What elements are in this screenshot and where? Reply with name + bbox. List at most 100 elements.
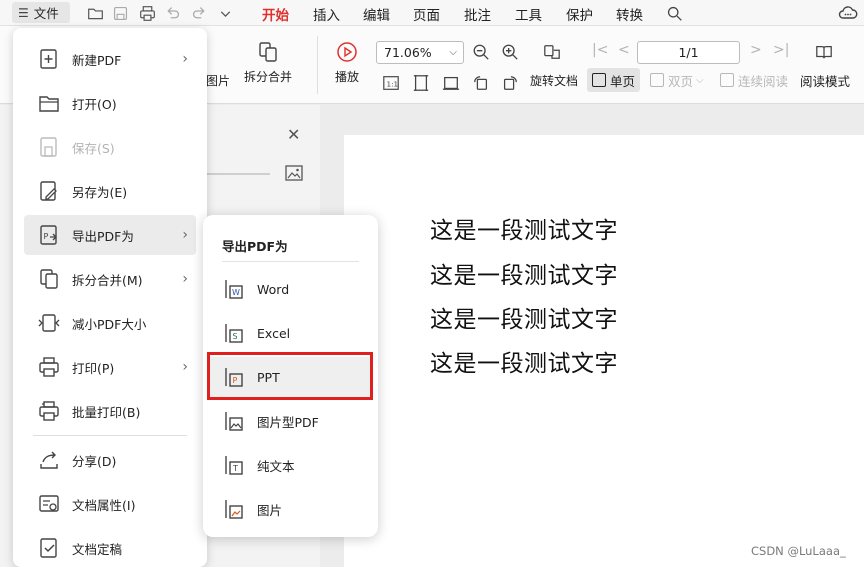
menu-item-open[interactable]: 打开(O)	[24, 83, 196, 123]
tab-protect[interactable]: 保护	[566, 4, 593, 24]
menu-divider	[33, 435, 187, 436]
play-button[interactable]: 播放	[335, 41, 359, 85]
properties-icon	[38, 493, 60, 515]
svg-text:W: W	[232, 288, 240, 297]
zoom-select[interactable]: 71.06% ⌵	[376, 41, 464, 64]
fit-width-icon[interactable]	[440, 72, 462, 94]
zoom-value: 71.06%	[384, 45, 432, 60]
export-option-label: Excel	[257, 325, 291, 341]
highlight-box	[207, 352, 373, 400]
menu-bar: ☰ 文件 开始 插入 编辑 页面 批注 工具 保护 转换	[0, 0, 864, 29]
menu-item-label: 打开(O)	[72, 96, 117, 112]
menu-item-share[interactable]: 分享(D)	[24, 440, 196, 480]
image-icon[interactable]	[285, 165, 303, 181]
split-merge-button[interactable]: 拆分合并	[244, 41, 292, 85]
menu-item-label: 文档属性(I)	[72, 497, 136, 513]
export-word-option[interactable]: W Word	[208, 269, 372, 309]
rotate-left-icon[interactable]	[470, 72, 492, 94]
document-text-line: 这是一段测试文字	[430, 263, 618, 289]
file-menu-button[interactable]: ☰ 文件	[12, 2, 70, 23]
select-text-icon[interactable]	[541, 41, 563, 63]
fit-page-icon[interactable]	[410, 72, 432, 94]
rotate-document-button[interactable]: 旋转文档	[530, 72, 578, 89]
svg-text:T: T	[232, 464, 238, 473]
tab-insert[interactable]: 插入	[313, 4, 340, 24]
single-page-button[interactable]: 单页	[587, 68, 641, 92]
double-page-button[interactable]: 双页 ⌵	[645, 68, 709, 92]
reading-mode-button[interactable]: 阅读模式	[795, 68, 855, 92]
hamburger-icon: ☰	[18, 5, 29, 20]
page-number-input[interactable]: 1/1	[637, 41, 740, 64]
export-image-pdf-option[interactable]: 图片型PDF	[208, 401, 372, 441]
split-merge-icon	[38, 268, 60, 290]
svg-text:P: P	[44, 232, 49, 241]
prev-page-icon[interactable]: <	[618, 42, 630, 58]
redo-icon[interactable]	[189, 3, 209, 23]
actual-size-icon[interactable]: 1:1	[380, 72, 402, 94]
menu-item-split-merge[interactable]: 拆分合并(M) ›	[24, 259, 196, 299]
svg-text:S: S	[233, 332, 238, 341]
export-option-label: Word	[257, 281, 290, 297]
tab-start[interactable]: 开始	[262, 4, 289, 29]
print-icon	[38, 356, 60, 378]
menu-item-compress[interactable]: 减小PDF大小	[24, 303, 196, 343]
image-file-icon	[225, 500, 243, 519]
print-icon[interactable]	[137, 3, 157, 23]
zoom-out-icon[interactable]	[470, 41, 492, 63]
menu-item-label: 减小PDF大小	[72, 316, 147, 332]
menu-item-save-as[interactable]: 另存为(E)	[24, 171, 196, 211]
finalize-icon	[38, 537, 60, 559]
save-icon[interactable]	[110, 3, 130, 23]
export-image-option[interactable]: 图片	[208, 489, 372, 529]
tab-annotate[interactable]: 批注	[464, 4, 491, 24]
play-icon	[337, 42, 357, 62]
open-folder-icon[interactable]	[85, 3, 105, 23]
single-page-label: 单页	[610, 73, 636, 89]
chevron-down-icon[interactable]	[215, 3, 235, 23]
close-icon[interactable]: ✕	[287, 125, 300, 144]
menu-item-label: 打印(P)	[72, 360, 115, 376]
next-page-icon[interactable]: >	[750, 42, 762, 58]
menu-item-batch-print[interactable]: 批量打印(B)	[24, 391, 196, 431]
chevron-right-icon: ›	[182, 227, 188, 243]
zoom-in-icon[interactable]	[499, 41, 521, 63]
menu-item-print[interactable]: 打印(P) ›	[24, 347, 196, 387]
undo-icon[interactable]	[162, 3, 182, 23]
submenu-divider	[222, 261, 359, 262]
document-text-line: 这是一段测试文字	[430, 351, 618, 377]
chevron-right-icon: ›	[182, 271, 188, 287]
search-icon[interactable]	[664, 3, 684, 23]
menu-item-label: 保存(S)	[72, 140, 115, 156]
folder-open-icon	[38, 92, 60, 114]
tab-convert[interactable]: 转换	[616, 4, 643, 24]
image-pdf-icon	[225, 412, 243, 431]
tab-page[interactable]: 页面	[413, 4, 440, 24]
svg-text:1:1: 1:1	[387, 80, 399, 89]
batch-print-icon	[38, 400, 60, 422]
panel-divider	[205, 173, 270, 175]
menu-item-label: 另存为(E)	[72, 184, 128, 200]
image-tool-button[interactable]: 图片	[206, 72, 230, 89]
last-page-icon[interactable]: >|	[773, 42, 789, 58]
menu-item-new-pdf[interactable]: 新建PDF ›	[24, 39, 196, 79]
chevron-down-icon: ⌵	[696, 74, 704, 86]
rotate-right-icon[interactable]	[499, 72, 521, 94]
menu-item-save[interactable]: 保存(S)	[24, 127, 196, 167]
page-number-value: 1/1	[678, 45, 699, 60]
export-excel-option[interactable]: S Excel	[208, 313, 372, 353]
menu-item-finalize[interactable]: 文档定稿	[24, 528, 196, 567]
menu-item-export-pdf[interactable]: P 导出PDF为 ›	[24, 215, 196, 255]
image-tool-label: 图片	[206, 74, 231, 88]
menu-item-properties[interactable]: 文档属性(I)	[24, 484, 196, 524]
continuous-reading-button[interactable]: 连续阅读	[715, 68, 793, 92]
compress-icon	[38, 312, 60, 334]
cloud-icon[interactable]	[838, 3, 858, 23]
export-pdf-icon: P	[38, 224, 60, 246]
text-file-icon: T	[225, 456, 243, 475]
export-text-option[interactable]: T 纯文本	[208, 445, 372, 485]
tab-edit[interactable]: 编辑	[363, 4, 390, 24]
tab-tools[interactable]: 工具	[515, 4, 542, 24]
export-option-label: 图片	[257, 502, 283, 518]
first-page-icon[interactable]: |<	[592, 42, 608, 58]
submenu-title: 导出PDF为	[222, 239, 288, 254]
